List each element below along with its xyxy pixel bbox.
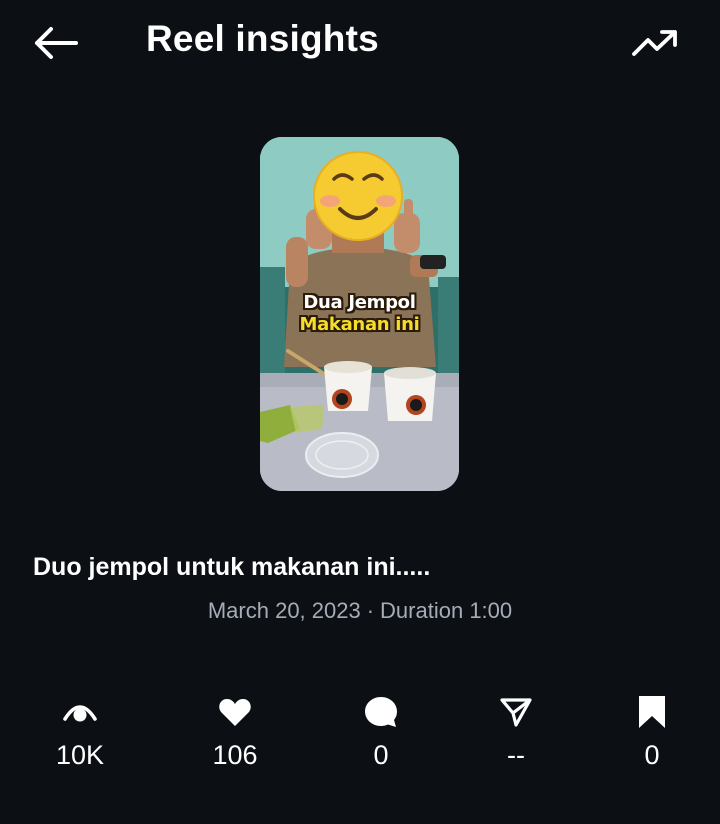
reel-overlay-text-line2: Makanan ini (299, 314, 420, 335)
stat-shares-value: -- (507, 740, 525, 770)
reel-duration: Duration 1:00 (380, 598, 513, 623)
share-icon (500, 698, 532, 727)
stat-saves: 0 (597, 692, 707, 770)
stat-views: 10K (25, 692, 135, 770)
reel-overlay-text-line1: Dua Jempol (303, 292, 416, 313)
stat-likes: 106 (180, 692, 290, 770)
comment-icon (365, 697, 397, 727)
stat-shares: -- (461, 692, 571, 770)
reel-date: March 20, 2023 (207, 598, 361, 623)
bookmark-icon (639, 696, 665, 728)
stat-saves-value: 0 (644, 740, 660, 770)
trending-up-icon (632, 30, 677, 56)
stat-comments-value: 0 (373, 740, 389, 770)
stat-views-value: 10K (55, 740, 105, 770)
trending-button[interactable] (628, 20, 682, 66)
heart-icon (219, 699, 251, 726)
page-title: Reel insights (146, 18, 379, 59)
stat-likes-value: 106 (212, 740, 258, 770)
reel-meta: March 20, 2023 · Duration 1:00 (0, 598, 720, 624)
back-arrow-icon (35, 27, 78, 59)
top-bar: Reel insights (0, 0, 720, 86)
meta-separator: · (366, 598, 375, 623)
reel-caption: Duo jempol untuk makanan ini..... (33, 553, 431, 581)
reel-thumbnail[interactable]: Dua Jempol Makanan ini (260, 137, 459, 491)
back-button[interactable] (30, 20, 80, 66)
eye-icon (63, 705, 97, 722)
stat-comments: 0 (326, 692, 436, 770)
